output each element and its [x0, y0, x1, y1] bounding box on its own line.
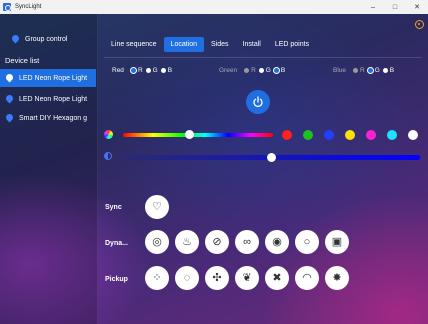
green-channel-group: Green R G B — [219, 67, 285, 74]
location-pin-icon — [6, 95, 13, 104]
blue-g-radio[interactable] — [367, 68, 373, 73]
group-control-label: Group control — [25, 36, 68, 43]
option-label: B — [280, 67, 286, 74]
feather-icon[interactable]: ❦ — [235, 266, 259, 290]
color-swatch-6[interactable] — [387, 130, 397, 140]
blue-channel-group: Blue R G B — [333, 67, 394, 74]
tab-bar: Line sequence Location Sides Install LED… — [104, 36, 316, 52]
tab-location[interactable]: Location — [163, 36, 205, 52]
option-label: R — [251, 67, 256, 74]
settings-icon[interactable] — [415, 20, 424, 29]
color-swatches — [282, 130, 428, 140]
color-swatch-7[interactable] — [408, 130, 418, 140]
device-label: LED Neon Rope Light — [19, 95, 88, 103]
title-bar: SyncLight – □ ✕ — [0, 0, 428, 14]
burst-icon[interactable]: ✸ — [325, 266, 349, 290]
green-r-radio[interactable] — [244, 68, 250, 73]
device-label: Smart DIY Hexagon g — [19, 114, 87, 122]
flame-icon[interactable]: ♨ — [175, 230, 199, 254]
power-icon — [253, 96, 263, 108]
tab-sides[interactable]: Sides — [204, 37, 236, 52]
dynamic-label: Dyna... — [105, 240, 128, 247]
image-icon[interactable]: ▣ — [325, 230, 349, 254]
green-label: Green — [219, 67, 238, 74]
red-g-radio[interactable] — [145, 68, 151, 73]
app-logo-icon — [3, 3, 11, 11]
blue-r-radio[interactable] — [353, 68, 359, 73]
dynamic-buttons: ◎ ♨ ⊘ ∞ ◉ ○ ▣ — [145, 230, 355, 254]
device-item-3[interactable]: Smart DIY Hexagon g — [0, 109, 96, 127]
window-title: SyncLight — [15, 4, 42, 10]
device-label: LED Neon Rope Light — [19, 74, 88, 82]
group-control-item[interactable]: Group control — [12, 35, 67, 44]
red-r-radio[interactable] — [130, 68, 136, 73]
bubble-icon[interactable]: ○ — [295, 230, 319, 254]
location-pin-icon — [12, 35, 19, 44]
option-label: B — [389, 67, 395, 74]
minimize-button[interactable]: – — [362, 0, 384, 14]
sidebar: Group control Device list LED Neon Rope … — [0, 14, 98, 324]
sparkle-icon[interactable]: ✣ — [205, 266, 229, 290]
ring-icon[interactable]: ◌ — [175, 266, 199, 290]
option-label: R — [137, 67, 143, 74]
brightness-slider-thumb[interactable] — [267, 153, 276, 162]
sync-buttons: ♡ — [145, 195, 175, 219]
hue-slider-thumb[interactable] — [184, 130, 194, 139]
hue-slider-track[interactable] — [123, 133, 273, 137]
red-channel-group: Red R G B — [112, 67, 172, 74]
close-button[interactable]: ✕ — [406, 0, 428, 14]
brightness-icon — [104, 152, 112, 160]
pickup-buttons: ⁘ ◌ ✣ ❦ ✖ ◠ ✸ — [145, 266, 355, 290]
green-b-radio[interactable] — [273, 68, 279, 73]
dots-circle-icon[interactable]: ⁘ — [145, 266, 169, 290]
device-item-2[interactable]: LED Neon Rope Light — [0, 90, 96, 108]
color-swatch-1[interactable] — [282, 130, 292, 140]
color-swatch-4[interactable] — [345, 130, 355, 140]
link-icon[interactable]: ∞ — [235, 230, 259, 254]
color-swatch-2[interactable] — [303, 130, 313, 140]
green-g-radio[interactable] — [258, 68, 264, 73]
option-label: R — [360, 67, 365, 74]
color-swatch-3[interactable] — [324, 130, 334, 140]
power-button[interactable] — [246, 90, 270, 114]
pickup-label: Pickup — [105, 276, 128, 283]
color-palette-icon — [104, 130, 113, 139]
sync-label: Sync — [105, 204, 122, 211]
location-pin-icon — [6, 74, 13, 83]
cross-icon[interactable]: ✖ — [265, 266, 289, 290]
swirl-icon[interactable]: ⊘ — [205, 230, 229, 254]
arc-icon[interactable]: ◠ — [295, 266, 319, 290]
target-icon[interactable]: ◉ — [265, 230, 289, 254]
heart-pulse-icon[interactable]: ♡ — [145, 195, 169, 219]
option-label: B — [167, 67, 173, 74]
tab-install[interactable]: Install — [236, 37, 268, 52]
blue-b-radio[interactable] — [382, 68, 388, 73]
tab-divider — [104, 57, 422, 58]
device-list-header: Device list — [5, 56, 40, 65]
tab-led-points[interactable]: LED points — [268, 37, 316, 52]
option-label: G — [265, 67, 271, 74]
option-label: G — [374, 67, 380, 74]
device-item-1[interactable]: LED Neon Rope Light — [0, 69, 96, 87]
option-label: G — [152, 67, 158, 74]
red-b-radio[interactable] — [160, 68, 166, 73]
maximize-button[interactable]: □ — [384, 0, 406, 14]
main-panel: Line sequence Location Sides Install LED… — [98, 14, 428, 324]
gauge-icon[interactable]: ◎ — [145, 230, 169, 254]
tab-line-sequence[interactable]: Line sequence — [104, 37, 164, 52]
red-label: Red — [112, 67, 124, 74]
blue-label: Blue — [333, 67, 347, 74]
location-pin-icon — [6, 114, 13, 123]
color-swatch-5[interactable] — [366, 130, 376, 140]
